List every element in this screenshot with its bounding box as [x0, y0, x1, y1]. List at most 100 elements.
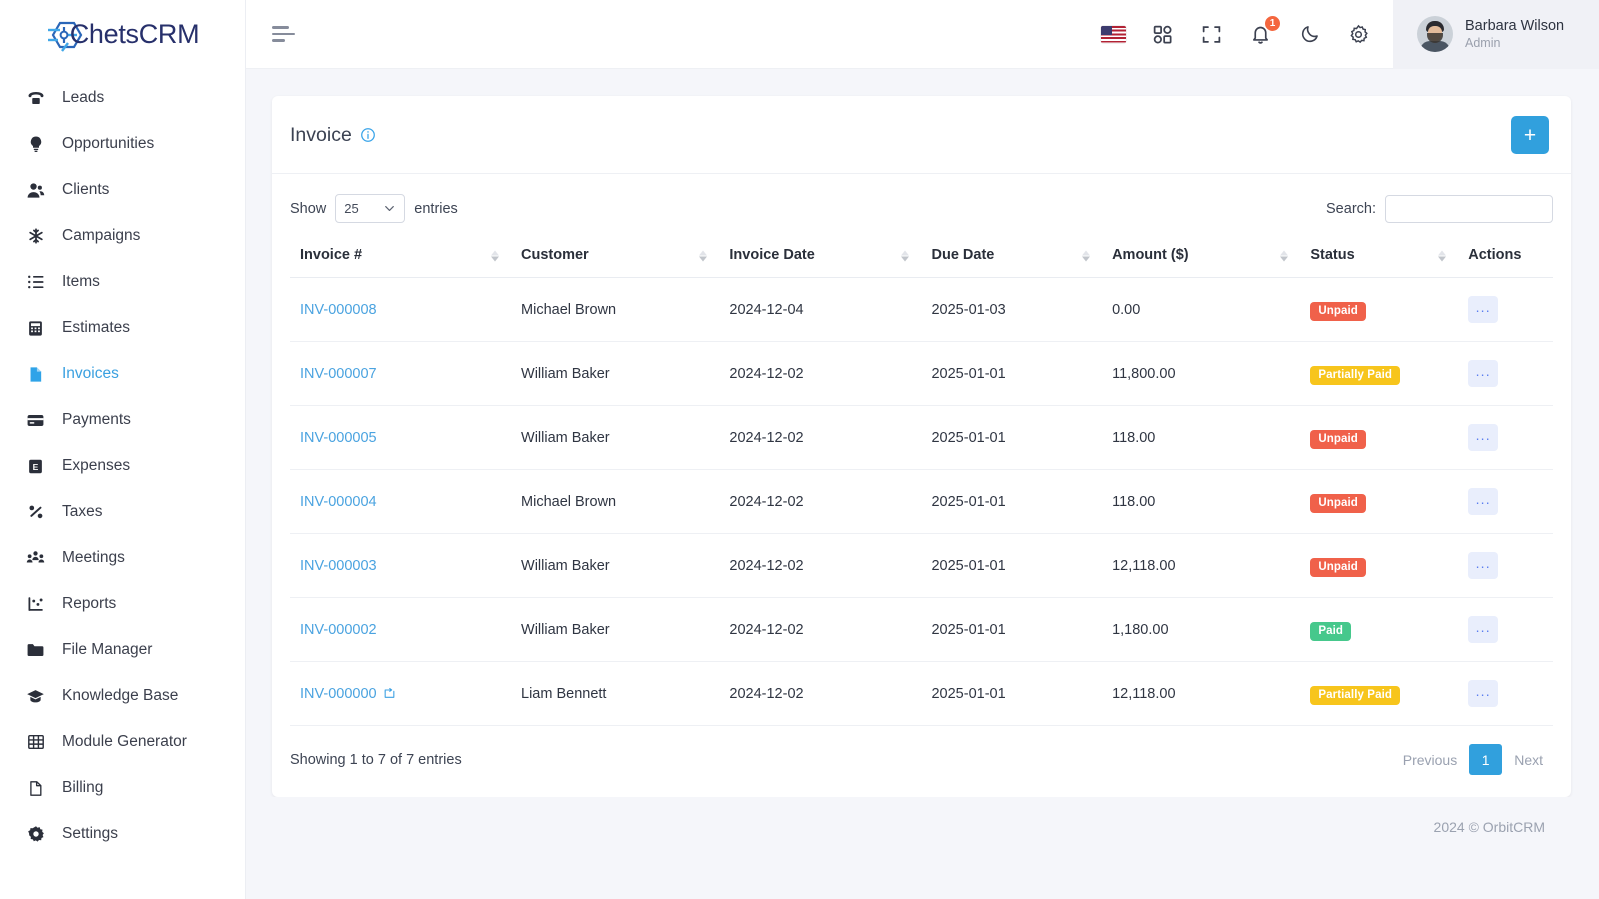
content-area: Invoice + Show 25 entries Search: Invoic… [246, 69, 1599, 899]
invoice-link[interactable]: INV-000007 [300, 366, 377, 382]
sidebar-item-invoices[interactable]: Invoices [0, 351, 245, 397]
cell-actions: ... [1458, 405, 1553, 470]
sort-icon [1438, 250, 1447, 262]
column-header-due-date[interactable]: Due Date [921, 235, 1103, 278]
sidebar-item-reports[interactable]: Reports [0, 581, 245, 627]
hamburger-line [272, 32, 295, 36]
search-control: Search: [1326, 194, 1553, 223]
footer: 2024 © OrbitCRM [272, 797, 1571, 857]
sidebar-item-payments[interactable]: Payments [0, 397, 245, 443]
fullscreen-icon[interactable] [1199, 22, 1224, 47]
invoice-link[interactable]: INV-000000 [300, 686, 377, 702]
column-header-customer[interactable]: Customer [511, 235, 720, 278]
show-label: Show [290, 200, 327, 217]
cell-customer: Michael Brown [511, 469, 720, 534]
cell-due-date: 2025-01-03 [921, 277, 1103, 342]
cell-customer: William Baker [511, 533, 720, 598]
search-input[interactable] [1385, 194, 1553, 223]
user-profile-menu[interactable]: Barbara Wilson Admin [1393, 0, 1599, 69]
table-row: INV-000004 Michael Brown 2024-12-02 2025-01… [290, 469, 1553, 534]
sidebar-item-opportunities[interactable]: Opportunities [0, 121, 245, 167]
flag-us-icon[interactable] [1101, 22, 1126, 47]
search-label: Search: [1326, 200, 1376, 217]
row-actions-button[interactable]: ... [1468, 424, 1499, 451]
invoice-link[interactable]: INV-000008 [300, 302, 377, 318]
sidebar-item-label: Campaigns [62, 227, 141, 244]
sidebar-item-clients[interactable]: Clients [0, 167, 245, 213]
cell-customer: Michael Brown [511, 277, 720, 342]
sidebar-item-billing[interactable]: Billing [0, 765, 245, 811]
avatar [1417, 16, 1453, 52]
cell-invoice-date: 2024-12-02 [719, 341, 922, 406]
invoice-link[interactable]: INV-000002 [300, 622, 377, 638]
table-row: INV-000007 William Baker 2024-12-02 2025-01… [290, 341, 1553, 406]
page-length-select[interactable]: 102550100 [335, 194, 406, 223]
table-header-row: Invoice # Customer Invoice Date Due Date… [290, 235, 1553, 278]
cell-invoice: INV-000000 [290, 661, 512, 726]
invoice-link[interactable]: INV-000005 [300, 430, 377, 446]
app-root: ChetsCRM Leads Opportunities Clients Cam… [0, 0, 1599, 899]
column-header-actions: Actions [1458, 235, 1553, 278]
cell-actions: ... [1458, 341, 1553, 406]
cell-invoice: INV-000002 [290, 597, 512, 662]
cell-due-date: 2025-01-01 [921, 469, 1103, 534]
gear-icon[interactable] [1346, 22, 1371, 47]
bell-icon[interactable]: 1 [1248, 14, 1281, 47]
row-actions-button[interactable]: ... [1468, 360, 1499, 387]
cell-due-date: 2025-01-01 [921, 597, 1103, 662]
row-actions-button[interactable]: ... [1468, 488, 1499, 515]
sort-icon [1082, 250, 1091, 262]
pagination-page-1[interactable]: 1 [1469, 744, 1503, 775]
sort-icon [699, 250, 708, 262]
sidebar-item-label: Module Generator [62, 733, 187, 750]
invoice-link[interactable]: INV-000004 [300, 494, 377, 510]
sidebar-item-module-generator[interactable]: Module Generator [0, 719, 245, 765]
sidebar-item-expenses[interactable]: E Expenses [0, 443, 245, 489]
cell-status: Paid [1300, 597, 1459, 662]
sidebar-item-campaigns[interactable]: Campaigns [0, 213, 245, 259]
row-actions-button[interactable]: ... [1468, 296, 1499, 323]
info-circle-icon[interactable] [360, 127, 376, 143]
invoice-card: Invoice + Show 25 entries Search: Invoic… [272, 96, 1571, 797]
hamburger-icon[interactable] [272, 23, 300, 45]
entries-label: entries [414, 200, 458, 217]
pagination-previous[interactable]: Previous [1393, 744, 1467, 775]
column-header-invoice[interactable]: Invoice # [290, 235, 512, 278]
file-icon [26, 365, 45, 384]
column-header-invoice-date[interactable]: Invoice Date [719, 235, 922, 278]
moon-icon[interactable] [1297, 22, 1322, 47]
cell-invoice: INV-000007 [290, 341, 512, 406]
list-icon [26, 273, 45, 292]
flag-canton [1101, 25, 1112, 35]
pagination-next[interactable]: Next [1504, 744, 1553, 775]
row-actions-button[interactable]: ... [1468, 680, 1499, 707]
sidebar-item-label: Expenses [62, 457, 131, 474]
status-badge: Unpaid [1310, 430, 1366, 449]
row-actions-button[interactable]: ... [1468, 552, 1499, 579]
sidebar-item-label: Items [62, 273, 100, 290]
sidebar-item-settings[interactable]: Settings [0, 811, 245, 857]
sidebar-item-file-manager[interactable]: File Manager [0, 627, 245, 673]
sidebar-item-estimates[interactable]: Estimates [0, 305, 245, 351]
sidebar-item-leads[interactable]: Leads [0, 75, 245, 121]
cell-status: Partially Paid [1300, 661, 1459, 726]
brand-logo[interactable]: ChetsCRM [0, 0, 245, 69]
sidebar-item-items[interactable]: Items [0, 259, 245, 305]
card-header: Invoice + [272, 96, 1571, 174]
invoice-link[interactable]: INV-000003 [300, 558, 377, 574]
column-header-status[interactable]: Status [1300, 235, 1459, 278]
cell-customer: William Baker [511, 341, 720, 406]
apps-grid-icon[interactable] [1150, 22, 1175, 47]
add-invoice-button[interactable]: + [1511, 116, 1549, 154]
sidebar-item-meetings[interactable]: Meetings [0, 535, 245, 581]
column-header-amount[interactable]: Amount ($) [1102, 235, 1301, 278]
sidebar-item-label: Meetings [62, 549, 125, 566]
cell-amount: 1,180.00 [1102, 597, 1301, 662]
card-body: Show 102550100 entries Search: [272, 174, 1571, 797]
sidebar-item-taxes[interactable]: Taxes [0, 489, 245, 535]
row-actions-button[interactable]: ... [1468, 616, 1499, 643]
sidebar-item-knowledge-base[interactable]: Knowledge Base [0, 673, 245, 719]
cell-actions: ... [1458, 277, 1553, 342]
datatable-controls: Show 102550100 entries Search: [290, 190, 1553, 235]
sidebar-item-label: Settings [62, 825, 119, 842]
